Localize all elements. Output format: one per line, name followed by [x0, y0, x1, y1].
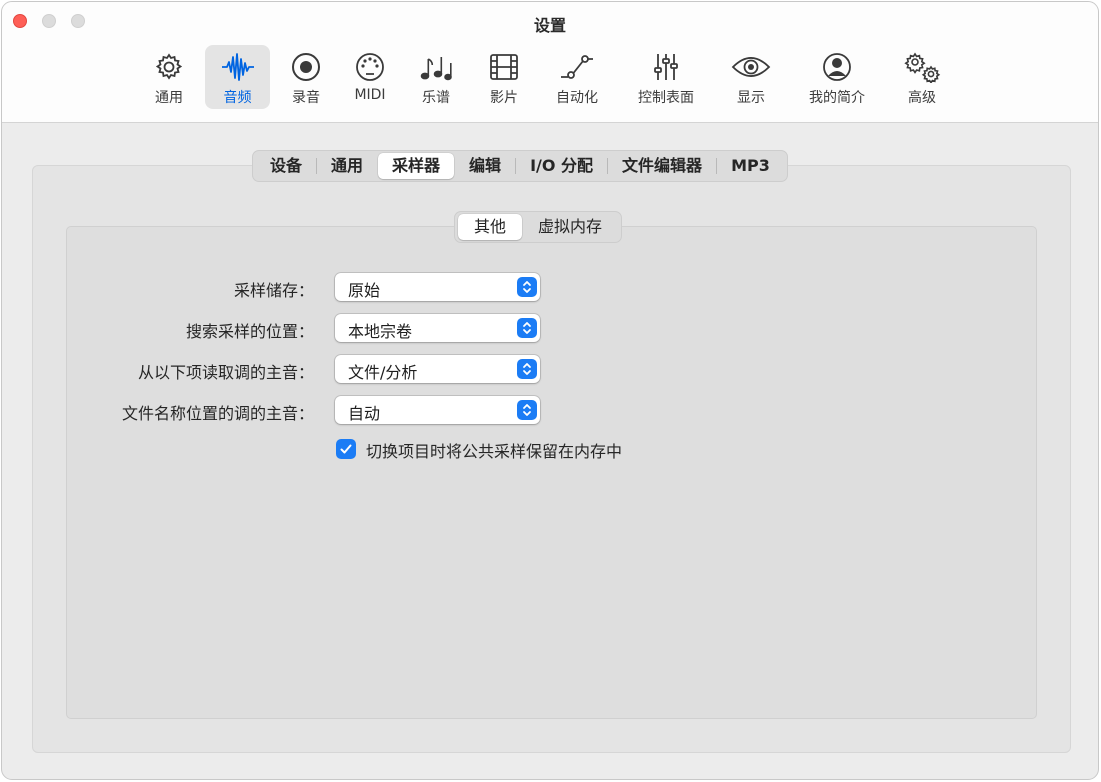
toolbar-midi[interactable]: MIDI [346, 45, 394, 109]
automation-curve-icon [561, 55, 593, 79]
waveform-icon [221, 53, 254, 81]
music-notes-icon [420, 57, 452, 81]
subtab-virtual-memory[interactable]: 虚拟内存 [522, 214, 618, 240]
toolbar-control-surfaces-label: 控制表面 [638, 90, 694, 106]
read-root-key-value: 文件/分析 [348, 363, 418, 382]
toolbar-midi-label: MIDI [354, 87, 386, 103]
film-icon [490, 54, 518, 80]
tab-sampler[interactable]: 采样器 [378, 153, 455, 179]
toolbar-movie-label: 影片 [490, 90, 518, 106]
sample-storage-popup[interactable]: 原始 [335, 273, 540, 301]
keep-samples-label: 切换项目时将公共采样保留在内存中 [366, 442, 623, 461]
read-root-key-popup[interactable]: 文件/分析 [335, 355, 540, 383]
read-root-key-label: 从以下项读取调的主音： [137, 363, 314, 382]
chevron-up-down-icon [517, 318, 537, 338]
toolbar-my-info-label: 我的简介 [809, 90, 865, 106]
settings-tab-bar: 设备 通用 采样器 编辑 I/O 分配 文件编辑器 MP3 [252, 150, 788, 182]
toolbar-automation-label: 自动化 [556, 90, 598, 106]
settings-window: 设置 通用 音频 录音 MIDI 乐谱 影片 自动化 控制表面 显示 我的简介 … [1, 1, 1099, 780]
sliders-icon [654, 54, 678, 80]
window-title: 设置 [533, 16, 566, 35]
subtab-other[interactable]: 其他 [458, 214, 523, 240]
filename-root-key-value: 自动 [348, 404, 381, 423]
chevron-up-down-icon [517, 400, 537, 420]
filename-root-key-popup[interactable]: 自动 [335, 396, 540, 424]
toolbar-general-label: 通用 [155, 90, 183, 106]
person-circle-icon [823, 53, 851, 81]
toolbar-advanced[interactable]: 高级 [896, 45, 948, 109]
toolbar-score[interactable]: 乐谱 [412, 45, 460, 109]
toolbar-advanced-label: 高级 [908, 90, 936, 106]
toolbar-display[interactable]: 显示 [727, 45, 775, 109]
sample-storage-label: 采样储存： [233, 281, 314, 300]
tab-file-editor[interactable]: 文件编辑器 [608, 153, 716, 179]
toolbar-audio[interactable]: 音频 [205, 45, 270, 109]
toolbar-recording-label: 录音 [292, 90, 320, 106]
other-settings-panel [66, 226, 1037, 719]
window-toolbar: 设置 通用 音频 录音 MIDI 乐谱 影片 自动化 控制表面 显示 我的简介 … [2, 2, 1098, 123]
keep-samples-checkbox[interactable] [336, 439, 356, 459]
tab-editing[interactable]: 编辑 [455, 153, 515, 179]
toolbar-display-label: 显示 [737, 90, 765, 106]
chevron-up-down-icon [517, 359, 537, 379]
record-icon [292, 53, 320, 81]
toolbar-my-info[interactable]: 我的简介 [801, 45, 873, 109]
search-samples-label: 搜索采样的位置： [185, 322, 314, 341]
tab-mp3[interactable]: MP3 [717, 153, 784, 179]
toolbar-general[interactable]: 通用 [145, 45, 193, 109]
toolbar-movie[interactable]: 影片 [480, 45, 528, 109]
tab-general[interactable]: 通用 [317, 153, 377, 179]
toolbar-control-surfaces[interactable]: 控制表面 [630, 45, 702, 109]
toolbar-audio-label: 音频 [223, 90, 252, 106]
search-samples-popup[interactable]: 本地宗卷 [335, 314, 540, 342]
gear-icon [155, 53, 183, 80]
checkmark-icon [340, 444, 352, 454]
subtab-bar: 其他 虚拟内存 [454, 211, 623, 243]
midi-connector-icon [356, 53, 384, 81]
filename-root-key-label: 文件名称位置的调的主音： [121, 404, 314, 423]
sample-storage-value: 原始 [348, 281, 381, 300]
chevron-up-down-icon [517, 277, 537, 297]
tab-devices[interactable]: 设备 [256, 153, 316, 179]
toolbar-automation[interactable]: 自动化 [548, 45, 606, 109]
eye-icon [731, 57, 771, 77]
gears-icon [904, 52, 941, 83]
tab-io-assignments[interactable]: I/O 分配 [516, 153, 607, 179]
toolbar-score-label: 乐谱 [422, 90, 450, 106]
search-samples-value: 本地宗卷 [348, 322, 413, 341]
toolbar-recording[interactable]: 录音 [282, 45, 330, 109]
